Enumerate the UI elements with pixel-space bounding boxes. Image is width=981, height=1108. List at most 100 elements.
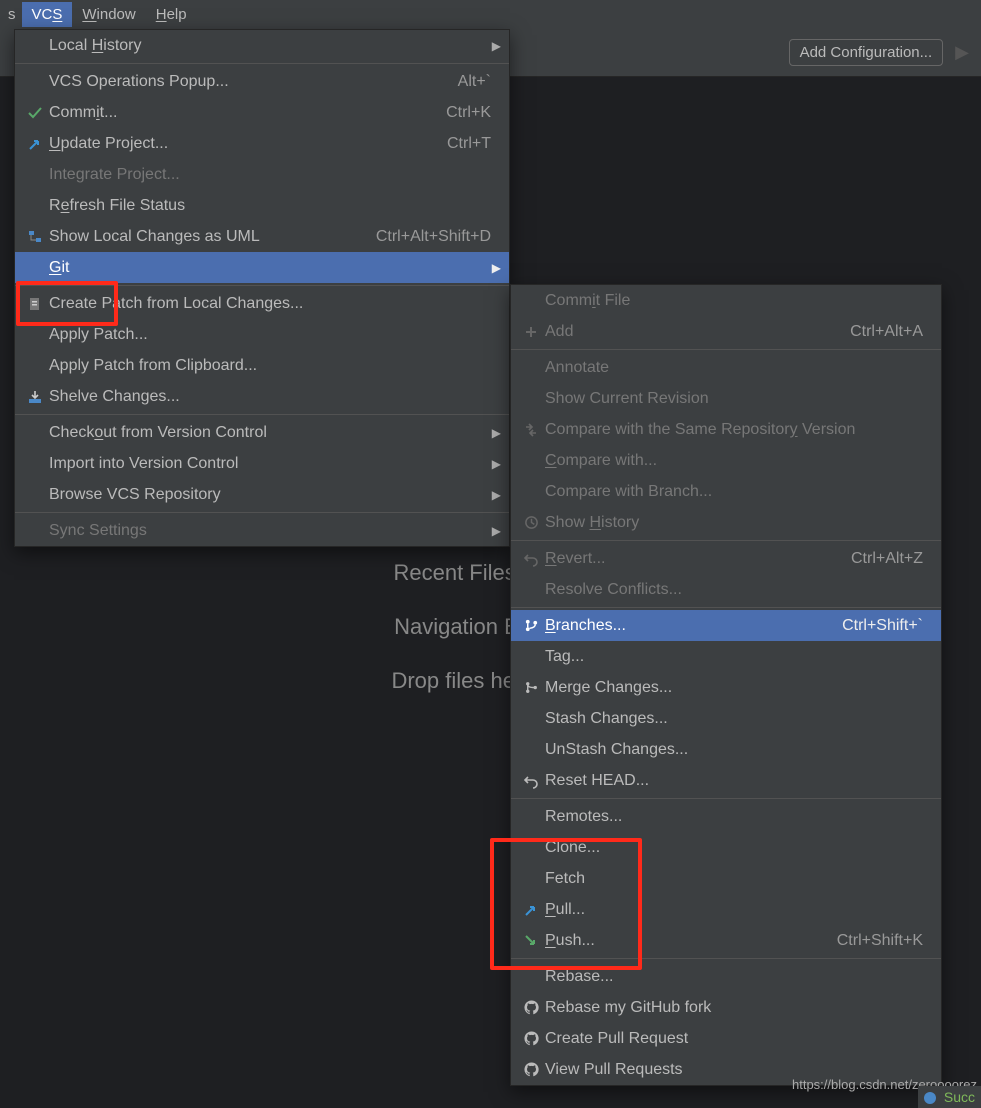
show-history-label: Show History xyxy=(545,514,923,532)
github-icon xyxy=(517,1062,545,1077)
add-configuration-button[interactable]: Add Configuration... xyxy=(789,39,944,66)
push-label: Push... xyxy=(545,932,813,950)
chevron-right-icon: ▶ xyxy=(492,261,501,275)
rebase-github-fork-label: Rebase my GitHub fork xyxy=(545,999,923,1017)
update-project-shortcut: Ctrl+T xyxy=(447,135,491,153)
update-icon xyxy=(21,136,49,152)
github-icon xyxy=(517,1031,545,1046)
branches-shortcut: Ctrl+Shift+` xyxy=(842,617,923,635)
git-submenu: Commit File AddCtrl+Alt+A Annotate Show Cur… xyxy=(510,284,942,1086)
pull-icon xyxy=(517,902,545,918)
create-patch[interactable]: Create Patch from Local Changes... xyxy=(15,288,509,319)
revert-icon xyxy=(517,551,545,567)
branch-icon xyxy=(517,618,545,633)
chevron-right-icon: ▶ xyxy=(492,457,501,471)
push-shortcut: Ctrl+Shift+K xyxy=(837,932,923,950)
remotes[interactable]: Remotes... xyxy=(511,801,941,832)
revert-shortcut: Ctrl+Alt+Z xyxy=(851,550,923,568)
clone[interactable]: Clone... xyxy=(511,832,941,863)
stash-changes-label: Stash Changes... xyxy=(545,710,923,728)
menubar: s VCS Window Help xyxy=(0,0,981,29)
vcs-ops-popup-label: VCS Operations Popup... xyxy=(49,73,434,91)
git-submenu-label: Git xyxy=(49,259,491,277)
import-vc-label: Import into Version Control xyxy=(49,455,491,473)
merge-changes[interactable]: Merge Changes... xyxy=(511,672,941,703)
fetch-label: Fetch xyxy=(545,870,923,888)
rebase[interactable]: Rebase... xyxy=(511,961,941,992)
show-local-changes-uml[interactable]: Show Local Changes as UML Ctrl+Alt+Shift+… xyxy=(15,221,509,252)
rebase-label: Rebase... xyxy=(545,968,923,986)
apply-patch-clipboard[interactable]: Apply Patch from Clipboard... xyxy=(15,350,509,381)
unstash-changes-label: UnStash Changes... xyxy=(545,741,923,759)
chevron-right-icon: ▶ xyxy=(492,39,501,53)
compare-same-repo-label: Compare with the Same Repository Version xyxy=(545,421,923,439)
commit-file: Commit File xyxy=(511,285,941,316)
push[interactable]: Push... Ctrl+Shift+K xyxy=(511,925,941,956)
show-current-revision: Show Current Revision xyxy=(511,383,941,414)
pull[interactable]: Pull... xyxy=(511,894,941,925)
reset-head[interactable]: Reset HEAD... xyxy=(511,765,941,796)
menu-vcs[interactable]: VCS xyxy=(22,2,73,27)
compare-with: Compare with... xyxy=(511,445,941,476)
checkout-vc-label: Checkout from Version Control xyxy=(49,424,491,442)
local-history[interactable]: Local History▶ xyxy=(15,30,509,61)
refresh-file-status[interactable]: Refresh File Status xyxy=(15,190,509,221)
undo-icon xyxy=(517,773,545,789)
git-add-label: Add xyxy=(545,323,826,341)
browse-vcs-repo-label: Browse VCS Repository xyxy=(49,486,491,504)
show-history: Show History xyxy=(511,507,941,538)
plus-icon xyxy=(517,325,545,339)
menubar-truncated-left: s xyxy=(2,6,22,23)
integrate-project-label: Integrate Project... xyxy=(49,166,491,184)
vcs-ops-popup-shortcut: Alt+` xyxy=(458,73,491,91)
patch-icon xyxy=(21,296,49,312)
create-pull-request[interactable]: Create Pull Request xyxy=(511,1023,941,1054)
annotate-label: Annotate xyxy=(545,359,923,377)
checkout-vc[interactable]: Checkout from Version Control▶ xyxy=(15,417,509,448)
tag-label: Tag... xyxy=(545,648,923,666)
resolve-conflicts: Resolve Conflicts... xyxy=(511,574,941,605)
merge-changes-label: Merge Changes... xyxy=(545,679,923,697)
chevron-right-icon: ▶ xyxy=(492,426,501,440)
menu-help[interactable]: Help xyxy=(146,2,197,27)
create-pull-request-label: Create Pull Request xyxy=(545,1030,923,1048)
status-chip: Succ xyxy=(918,1086,981,1108)
shelve-icon xyxy=(21,389,49,405)
import-vc[interactable]: Import into Version Control▶ xyxy=(15,448,509,479)
stash-changes[interactable]: Stash Changes... xyxy=(511,703,941,734)
git-add: AddCtrl+Alt+A xyxy=(511,316,941,347)
unstash-changes[interactable]: UnStash Changes... xyxy=(511,734,941,765)
commit-shortcut: Ctrl+K xyxy=(446,104,491,122)
update-project-label: Update Project... xyxy=(49,135,423,153)
browse-vcs-repo[interactable]: Browse VCS Repository▶ xyxy=(15,479,509,510)
refresh-file-status-label: Refresh File Status xyxy=(49,197,491,215)
chevron-right-icon: ▶ xyxy=(492,488,501,502)
run-icon: ▶ xyxy=(951,42,973,63)
commit-file-label: Commit File xyxy=(545,292,923,310)
menu-window[interactable]: Window xyxy=(72,2,145,27)
compare-same-repo: Compare with the Same Repository Version xyxy=(511,414,941,445)
commit[interactable]: Commit...Ctrl+K xyxy=(15,97,509,128)
clone-label: Clone... xyxy=(545,839,923,857)
clock-icon xyxy=(517,515,545,530)
fetch[interactable]: Fetch xyxy=(511,863,941,894)
uml-icon xyxy=(21,229,49,245)
tag[interactable]: Tag... xyxy=(511,641,941,672)
apply-patch-label: Apply Patch... xyxy=(49,326,491,344)
shelve-changes-label: Shelve Changes... xyxy=(49,388,491,406)
vcs-menu: Local History▶ VCS Operations Popup... Alt… xyxy=(14,29,510,547)
rebase-github-fork[interactable]: Rebase my GitHub fork xyxy=(511,992,941,1023)
sync-settings: Sync Settings▶ xyxy=(15,515,509,546)
show-current-revision-label: Show Current Revision xyxy=(545,390,923,408)
show-local-changes-uml-shortcut: Ctrl+Alt+Shift+D xyxy=(376,228,491,246)
git-submenu[interactable]: Git▶ xyxy=(15,252,509,283)
apply-patch[interactable]: Apply Patch... xyxy=(15,319,509,350)
vcs-ops-popup[interactable]: VCS Operations Popup... Alt+` xyxy=(15,66,509,97)
sync-settings-label: Sync Settings xyxy=(49,522,491,540)
update-project[interactable]: Update Project... Ctrl+T xyxy=(15,128,509,159)
branches[interactable]: Branches...Ctrl+Shift+` xyxy=(511,610,941,641)
create-patch-label: Create Patch from Local Changes... xyxy=(49,295,491,313)
status-text: Succ xyxy=(944,1089,975,1105)
shelve-changes[interactable]: Shelve Changes... xyxy=(15,381,509,412)
show-local-changes-uml-label: Show Local Changes as UML xyxy=(49,228,352,246)
